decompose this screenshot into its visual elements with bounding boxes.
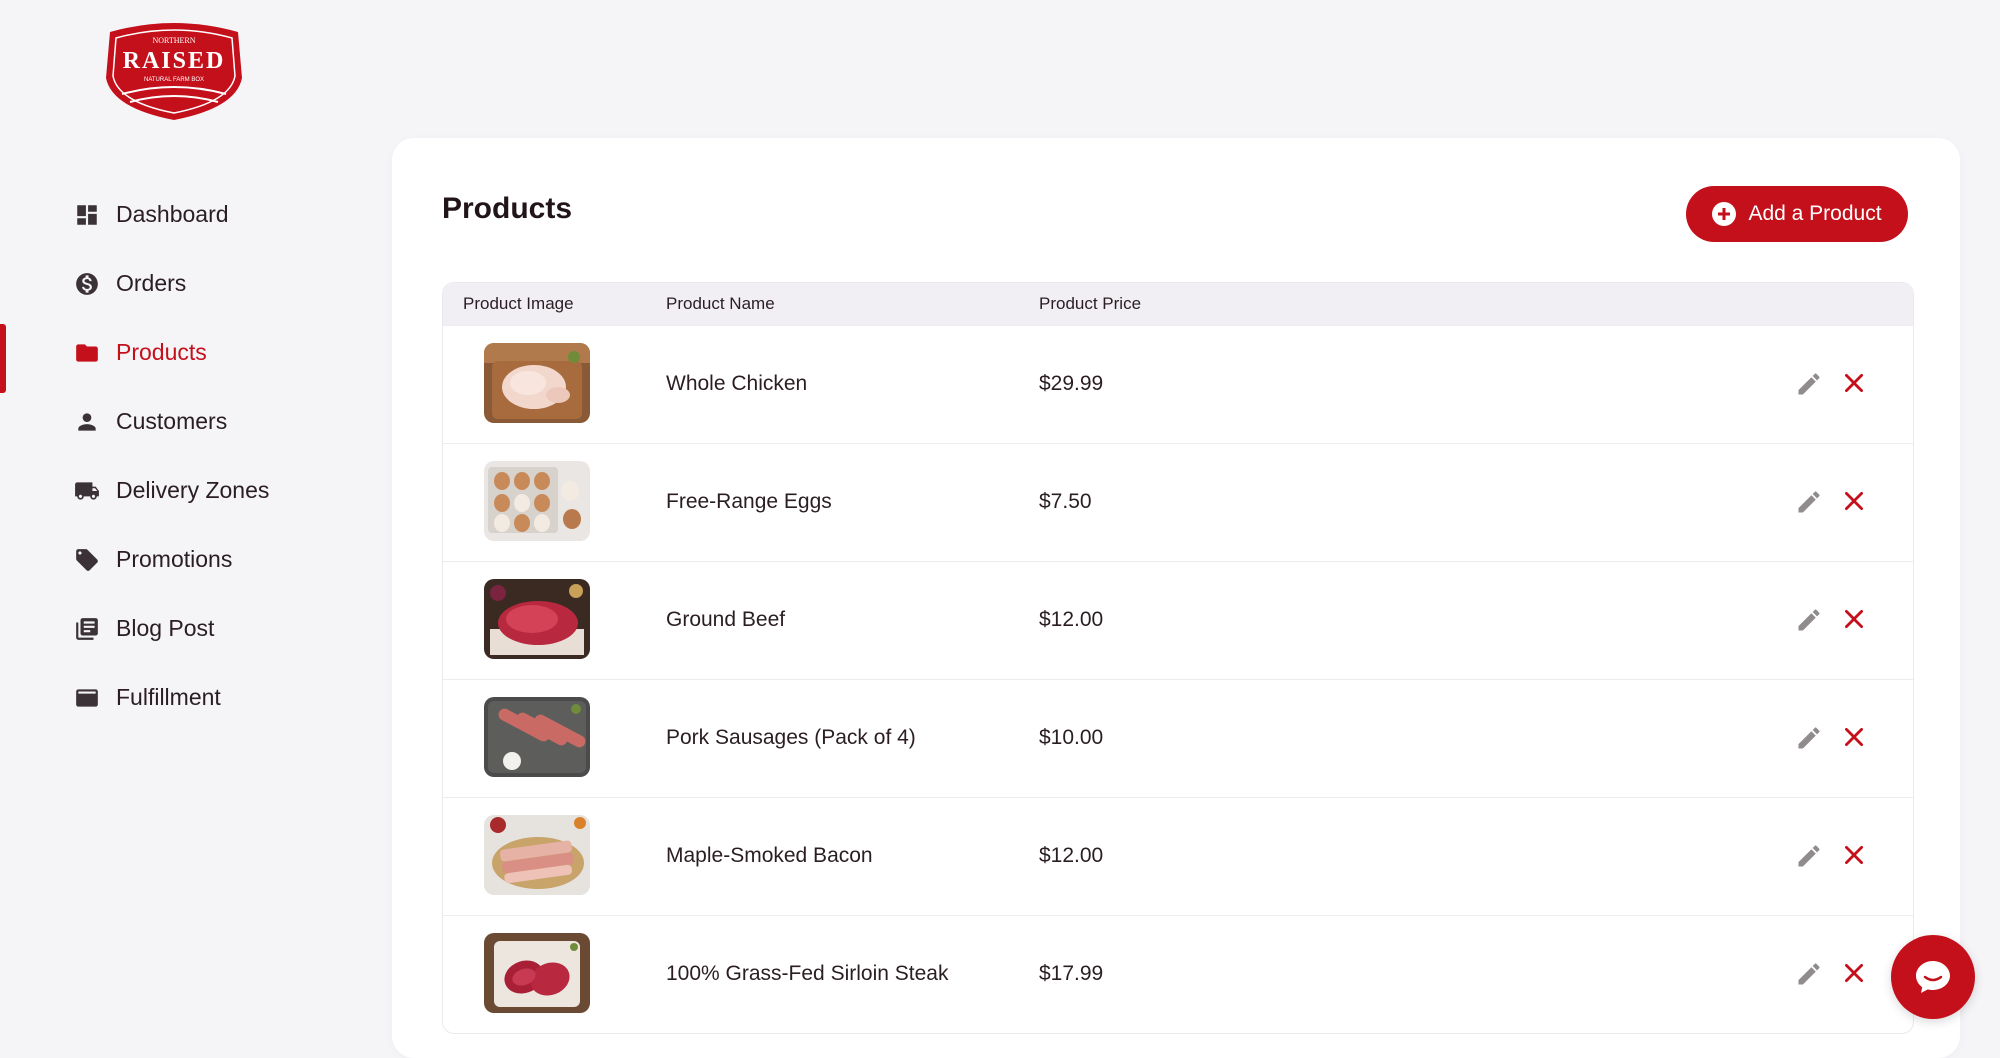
edit-pencil-icon[interactable] (1795, 960, 1823, 988)
svg-text:NATURAL FARM BOX: NATURAL FARM BOX (144, 77, 204, 83)
sidebar-item-orders[interactable]: Orders (0, 249, 380, 318)
sidebar-item-label: Blog Post (116, 615, 215, 641)
sidebar-item-customers[interactable]: Customers (0, 387, 380, 456)
product-image-chicken (484, 343, 590, 423)
table-row[interactable]: Ground Beef $12.00 (443, 561, 1913, 679)
table-row[interactable]: Maple-Smoked Bacon $12.00 (443, 797, 1913, 915)
edit-pencil-icon[interactable] (1795, 370, 1823, 398)
column-header-image: Product Image (463, 294, 574, 313)
products-table: Product Image Product Name Product Price… (442, 282, 1914, 1034)
library-books-icon (74, 616, 100, 642)
delete-x-icon[interactable] (1841, 488, 1867, 514)
sidebar-item-label: Customers (116, 408, 228, 434)
sidebar-item-products[interactable]: Products (0, 318, 380, 393)
table-row[interactable]: 100% Grass-Fed Sirloin Steak $17.99 (443, 915, 1913, 1033)
products-panel: Products Add a Product Product Image Pro… (392, 138, 1960, 1058)
sidebar-item-label: Orders (116, 270, 187, 296)
column-header-price: Product Price (1039, 294, 1142, 313)
product-price: $12.00 (1039, 608, 1104, 631)
product-price: $12.00 (1039, 844, 1104, 867)
product-name: Maple-Smoked Bacon (666, 844, 873, 867)
sidebar-item-dashboard[interactable]: Dashboard (0, 180, 380, 249)
sidebar-item-delivery-zones[interactable]: Delivery Zones (0, 456, 380, 525)
edit-pencil-icon[interactable] (1795, 488, 1823, 516)
delete-x-icon[interactable] (1841, 606, 1867, 632)
sidebar-item-fulfillment[interactable]: Fulfillment (0, 663, 380, 732)
svg-text:NORTHERN: NORTHERN (152, 36, 195, 45)
product-price: $29.99 (1039, 372, 1104, 395)
truck-icon (74, 478, 100, 504)
product-image-bacon (484, 815, 590, 895)
product-price: $17.99 (1039, 962, 1104, 985)
delete-x-icon[interactable] (1841, 842, 1867, 868)
delete-x-icon[interactable] (1841, 960, 1867, 986)
sidebar-item-promotions[interactable]: Promotions (0, 525, 380, 594)
dollar-circle-icon (74, 271, 100, 297)
sidebar-item-blog-post[interactable]: Blog Post (0, 594, 380, 663)
person-icon (74, 409, 100, 435)
page-title: Products (442, 192, 573, 225)
table-row[interactable]: Free-Range Eggs $7.50 (443, 443, 1913, 561)
chat-bubble-icon (1916, 961, 1950, 993)
sidebar-item-label: Products (116, 339, 207, 365)
edit-pencil-icon[interactable] (1795, 606, 1823, 634)
sidebar-item-label: Promotions (116, 546, 233, 572)
product-price: $7.50 (1039, 490, 1092, 513)
table-row[interactable]: Whole Chicken $29.99 (443, 325, 1913, 443)
table-header: Product Image Product Name Product Price (443, 283, 1913, 325)
chat-launcher-button[interactable] (1891, 935, 1975, 1019)
column-header-name: Product Name (666, 294, 775, 313)
delete-x-icon[interactable] (1841, 370, 1867, 396)
product-image-eggs (484, 461, 590, 541)
sidebar-item-label: Dashboard (116, 201, 229, 227)
product-name: Free-Range Eggs (666, 490, 832, 513)
sidebar-nav: Dashboard Orders Products Customers Deli… (0, 180, 380, 732)
product-image-sausages (484, 697, 590, 777)
product-name: Ground Beef (666, 608, 786, 631)
product-image-ground-beef (484, 579, 590, 659)
add-product-button[interactable]: Add a Product (1686, 186, 1908, 242)
table-row[interactable]: Pork Sausages (Pack of 4) $10.00 (443, 679, 1913, 797)
tag-icon (74, 547, 100, 573)
edit-pencil-icon[interactable] (1795, 842, 1823, 870)
edit-pencil-icon[interactable] (1795, 724, 1823, 752)
sidebar-item-label: Delivery Zones (116, 477, 270, 503)
product-price: $10.00 (1039, 726, 1104, 749)
dashboard-icon (74, 202, 100, 228)
product-image-steak (484, 933, 590, 1013)
folder-icon (74, 340, 100, 366)
card-icon (74, 685, 100, 711)
product-name: 100% Grass-Fed Sirloin Steak (666, 962, 949, 985)
svg-text:RAISED: RAISED (123, 48, 226, 74)
product-name: Whole Chicken (666, 372, 808, 395)
brand-logo[interactable]: NORTHERN RAISED NATURAL FARM BOX (100, 18, 248, 122)
plus-circle-icon (1712, 202, 1737, 226)
delete-x-icon[interactable] (1841, 724, 1867, 750)
sidebar-item-label: Fulfillment (116, 684, 221, 710)
product-name: Pork Sausages (Pack of 4) (666, 726, 916, 749)
add-product-label: Add a Product (1748, 202, 1882, 225)
